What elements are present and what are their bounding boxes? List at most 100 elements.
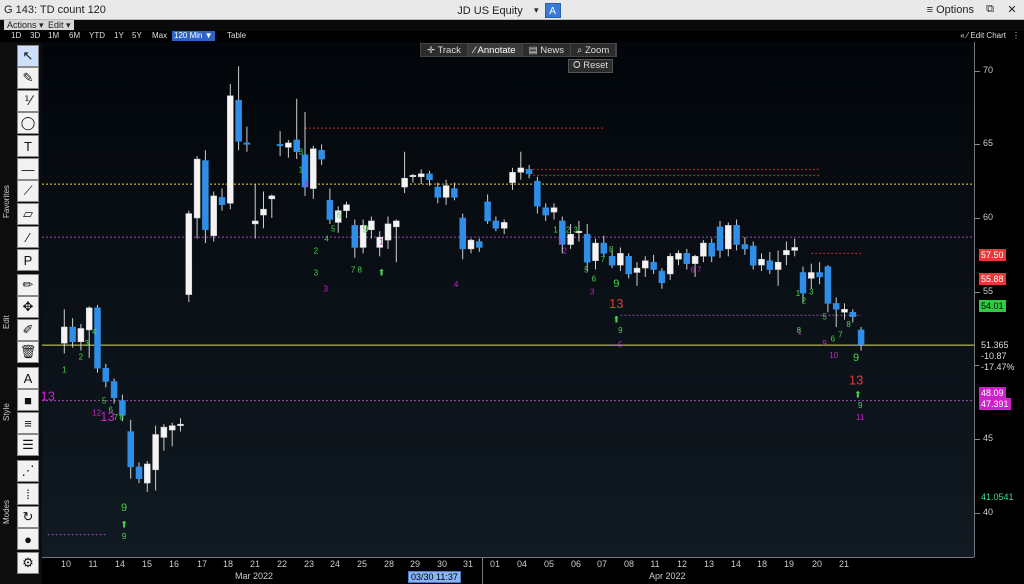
news-icon: ▤ — [528, 45, 541, 56]
cursor-icon[interactable]: ↖ — [17, 45, 39, 67]
tab-favorites[interactable]: Favorites — [2, 152, 14, 252]
more-icon[interactable]: ⋮ — [1012, 31, 1020, 41]
candle-body — [202, 160, 209, 231]
td-count-label: 13 — [100, 409, 114, 424]
popout-icon[interactable]: ⧉ — [984, 3, 996, 16]
period-120min[interactable]: 120 Min ▼ — [172, 31, 215, 41]
x-tick-label: 14 — [730, 559, 742, 569]
price-label: 51.365 — [979, 339, 1011, 352]
tab-style[interactable]: Style — [2, 382, 14, 442]
period-1y[interactable]: 1Y — [112, 31, 126, 41]
y-axis[interactable]: 7065605550454057.5055.8854.0151.365-10.8… — [974, 42, 1024, 557]
td-count-label: 3 — [573, 226, 578, 235]
candle-body — [285, 142, 292, 148]
tab-edit[interactable]: Edit — [2, 292, 14, 352]
candle-body — [617, 253, 624, 266]
color-icon[interactable]: ■ — [17, 389, 39, 411]
pencil-icon[interactable]: ✏ — [17, 274, 39, 296]
td-count-label: 4 — [454, 280, 459, 289]
candle-body — [625, 256, 632, 275]
candle-body — [492, 220, 500, 229]
period-max[interactable]: Max — [150, 31, 169, 41]
crosshair-icon: ✛ — [427, 45, 438, 56]
mode-dashed-icon[interactable]: ⋰ — [17, 460, 39, 482]
x-axis[interactable]: 10 11 14 15 16 17 18 21 22 23 24 25 28 29 30 31 01 04 05 06… — [42, 557, 974, 584]
track-button[interactable]: ✛ Track — [421, 44, 468, 56]
line-width-icon[interactable]: ≡ — [17, 412, 39, 434]
security-mode-button[interactable]: A — [544, 3, 561, 18]
close-icon[interactable]: ✕ — [1006, 3, 1018, 16]
mode-color-icon[interactable]: ● — [17, 528, 39, 550]
hline-icon[interactable]: — — [17, 158, 39, 180]
news-button[interactable]: ▤ News — [523, 44, 571, 56]
reset-button[interactable]: ⭘ Reset — [568, 59, 613, 73]
annotate-button[interactable]: ⁄ Annotate — [467, 44, 523, 56]
channel-icon[interactable]: ▱ — [17, 203, 39, 225]
security-selector[interactable]: JD US Equity ▾ A — [448, 3, 561, 18]
candle-body — [243, 142, 251, 145]
candle-body — [177, 423, 184, 426]
candle-body — [442, 185, 450, 198]
td-count-label: 7 — [697, 265, 702, 274]
td-count-label: 2 — [802, 296, 807, 305]
candle-body — [774, 261, 782, 270]
chevron-down-icon[interactable]: ▾ — [534, 5, 539, 16]
fib-icon[interactable]: ⅟ — [17, 90, 39, 112]
candle-body — [700, 242, 707, 257]
period-6m[interactable]: 6M — [67, 31, 82, 41]
settings-icon[interactable]: ⚙ — [17, 552, 39, 574]
menu-bar: Actions ▾ Edit ▾ — [0, 20, 1024, 31]
trash-icon[interactable]: 🗑 — [17, 341, 39, 363]
td-count-label: 3 — [809, 288, 814, 297]
move-icon[interactable]: ✥ — [17, 296, 39, 318]
mode-dots-icon[interactable]: ⁞ — [17, 483, 39, 505]
candle-body — [725, 225, 732, 250]
candle-body — [841, 309, 848, 313]
actions-menu[interactable]: Actions ▾ — [4, 20, 47, 30]
y-tick-label: 45 — [974, 432, 994, 443]
x-tick-label: 12 — [676, 559, 688, 569]
edit-chart-button[interactable]: « ⁄ Edit Chart — [960, 31, 1006, 41]
period-ytd[interactable]: YTD — [87, 31, 107, 41]
td-count-label: 9 — [618, 326, 623, 335]
td-count-label: 2 — [79, 352, 84, 361]
candle-body — [642, 260, 649, 269]
chart-canvas[interactable]: 123413 567 812 13991314562337 89141 2 31256783… — [42, 42, 974, 557]
td-count-label: 1 — [796, 289, 801, 298]
period-3d[interactable]: 3D — [28, 31, 42, 41]
pattern-icon[interactable]: P — [17, 249, 39, 271]
annotate-label: Annotate — [477, 45, 516, 56]
period-1d[interactable]: 1D — [9, 31, 23, 41]
tab-modes[interactable]: Modes — [2, 472, 14, 552]
td-count-label: 5 — [584, 265, 589, 274]
period-1m[interactable]: 1M — [46, 31, 61, 41]
candle-body — [708, 242, 715, 257]
candle-body — [517, 167, 525, 173]
candle-body — [716, 226, 724, 251]
edit-menu[interactable]: Edit ▾ — [45, 20, 74, 30]
security-ticker[interactable]: JD US Equity — [448, 5, 532, 17]
candle-body — [185, 213, 193, 295]
candle-body — [849, 312, 857, 317]
candle-body — [401, 177, 408, 188]
period-5y[interactable]: 5Y — [130, 31, 144, 41]
table-button[interactable]: Table — [225, 31, 248, 41]
ellipse-icon[interactable]: ◯ — [17, 112, 39, 134]
text-tool-icon[interactable]: T — [17, 135, 39, 157]
candle-body — [218, 197, 226, 205]
trendline-icon[interactable]: ⟋ — [17, 180, 39, 202]
zoom-button[interactable]: ⌕ Zoom — [571, 44, 617, 56]
options-menu[interactable]: ≡ Options — [927, 4, 974, 16]
pencil-alt-icon[interactable]: ✐ — [17, 319, 39, 341]
draw-icon[interactable]: ✎ — [17, 67, 39, 89]
font-icon[interactable]: A — [17, 367, 39, 389]
mode-curve-icon[interactable]: ↻ — [17, 506, 39, 528]
candle-body — [268, 195, 276, 200]
line-style-icon[interactable]: ☰ — [17, 434, 39, 456]
price-chart[interactable]: 1 2 3 4 13 5 6 7 8 12 13 9 9 1 3 1 4 5 6 2 3 3 7 8 9 1 4 1 2 3 1 2 5 6 7 8 3… — [42, 42, 974, 557]
x-tick-label: 30 — [436, 559, 448, 569]
trend-icon[interactable]: ∕ — [17, 226, 39, 248]
candle-body — [534, 180, 541, 207]
month-divider — [482, 558, 483, 584]
x-tick-label: 01 — [489, 559, 501, 569]
